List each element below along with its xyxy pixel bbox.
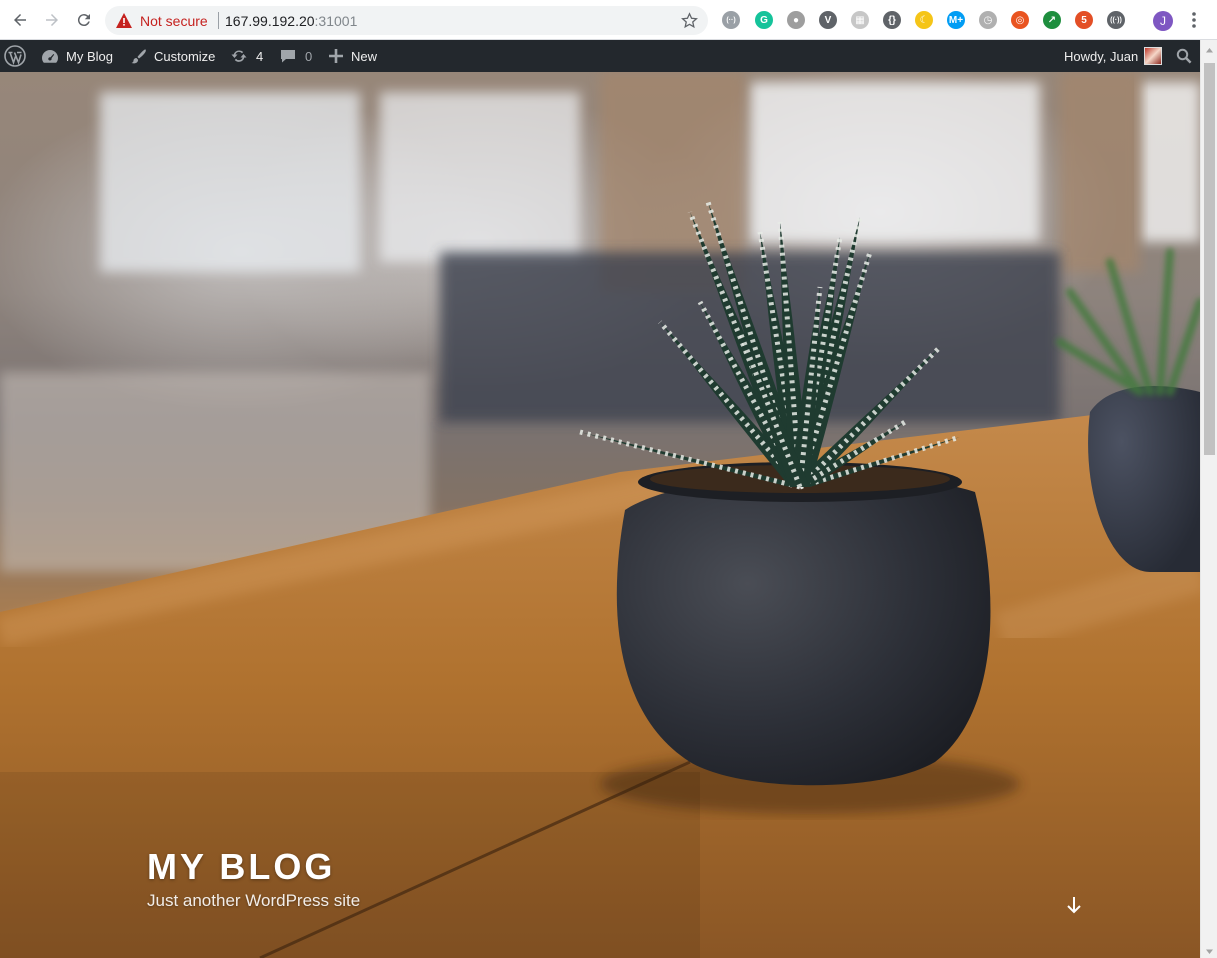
- movistar-extension-icon[interactable]: M+: [947, 11, 965, 29]
- customize-link[interactable]: Customize: [130, 40, 215, 72]
- scroll-down-icon[interactable]: [1205, 947, 1214, 956]
- circle-extension-icon[interactable]: ●: [787, 11, 805, 29]
- security-label[interactable]: Not secure: [140, 13, 208, 29]
- ubuntu-extension-icon[interactable]: ◎: [1011, 11, 1029, 29]
- new-content-menu[interactable]: New: [329, 40, 377, 72]
- url-port: :31001: [314, 13, 358, 29]
- url-text[interactable]: 167.99.192.20:31001: [225, 13, 357, 29]
- reload-icon: [77, 14, 90, 27]
- back-button[interactable]: [8, 8, 32, 32]
- grid-extension-icon[interactable]: ▦: [851, 11, 869, 29]
- bookmark-star-icon[interactable]: [681, 12, 698, 29]
- site-title[interactable]: MY BLOG: [147, 846, 335, 888]
- site-name-menu[interactable]: My Blog: [41, 40, 113, 72]
- site-description: Just another WordPress site: [147, 891, 361, 910]
- hero-header: MY BLOG Just another WordPress site: [0, 72, 1200, 958]
- updates-link[interactable]: 4: [230, 40, 263, 72]
- clock-extension-icon[interactable]: ◷: [979, 11, 997, 29]
- arrow-extension-icon[interactable]: ↗: [1043, 11, 1061, 29]
- scrollbar-thumb[interactable]: [1204, 63, 1215, 455]
- customize-label: Customize: [154, 48, 216, 64]
- dashboard-gauge-icon: [42, 50, 58, 63]
- more-menu-icon[interactable]: [1186, 10, 1202, 30]
- forward-button[interactable]: [40, 8, 64, 32]
- admin-search-button[interactable]: [1176, 40, 1192, 72]
- comments-count: 0: [305, 48, 313, 64]
- updates-sync-icon: [231, 50, 247, 62]
- moon-extension-icon[interactable]: ☾: [915, 11, 933, 29]
- new-label: New: [351, 48, 378, 64]
- search-icon: [1176, 48, 1192, 64]
- readermode-extension-icon[interactable]: (··): [722, 11, 740, 29]
- scroll-down-arrow-icon[interactable]: [1063, 894, 1085, 916]
- html5-extension-icon[interactable]: 5: [1075, 11, 1093, 29]
- warning-icon: [116, 13, 132, 28]
- forward-arrow-icon: [46, 14, 58, 26]
- wp-logo-menu[interactable]: [4, 40, 26, 72]
- address-bar[interactable]: Not secure 167.99.192.20:31001: [105, 6, 708, 35]
- hero-background-image: [0, 72, 1200, 958]
- howdy-label: Howdy, Juan: [1064, 48, 1139, 64]
- reload-button[interactable]: [72, 8, 96, 32]
- user-avatar: [1144, 47, 1163, 65]
- wp-admin-bar: My Blog Customize 4 0 New Howdy, Juan: [0, 40, 1217, 72]
- page-scrollbar[interactable]: [1200, 40, 1217, 958]
- wordpress-logo-icon: [4, 45, 26, 67]
- radio-extension-icon[interactable]: ((·)): [1107, 11, 1125, 29]
- grammarly-extension-icon[interactable]: G: [755, 11, 773, 29]
- plus-icon: [329, 49, 343, 63]
- scroll-up-icon[interactable]: [1205, 46, 1214, 55]
- updates-count: 4: [256, 48, 264, 64]
- browser-toolbar: Not secure 167.99.192.20:31001 (··) G ● V ▦ {…: [0, 0, 1217, 40]
- site-name-label: My Blog: [66, 48, 113, 64]
- code-extension-icon[interactable]: {}: [883, 11, 901, 29]
- comment-bubble-icon: [281, 50, 295, 63]
- omnibox-divider: [218, 12, 219, 29]
- back-arrow-icon: [14, 14, 26, 26]
- paintbrush-icon: [131, 48, 146, 63]
- my-account-menu[interactable]: Howdy, Juan: [1064, 40, 1163, 72]
- profile-avatar-button[interactable]: J: [1153, 11, 1173, 31]
- vimeo-extension-icon[interactable]: V: [819, 11, 837, 29]
- comments-link[interactable]: 0: [280, 40, 312, 72]
- url-host: 167.99.192.20: [225, 13, 315, 29]
